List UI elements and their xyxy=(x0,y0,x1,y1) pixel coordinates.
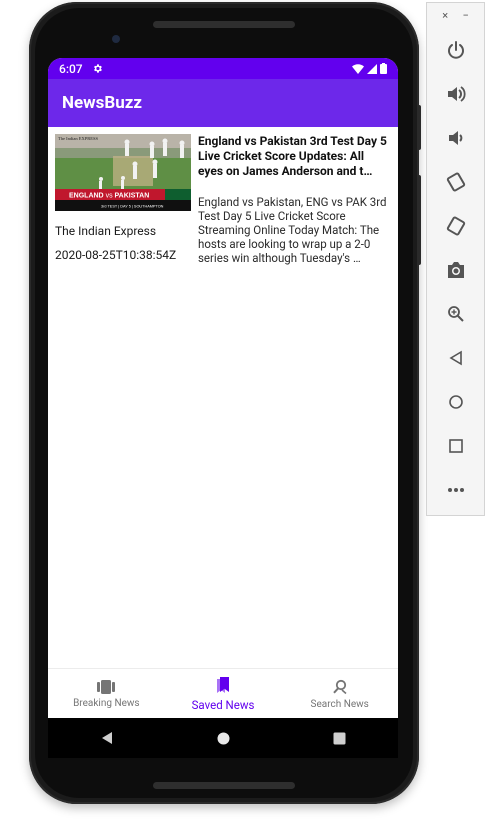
bottom-speaker xyxy=(153,782,295,789)
back-nav-icon[interactable] xyxy=(100,731,114,745)
thumbnail-masthead: The Indian EXPRESS xyxy=(58,136,98,141)
more-icon[interactable] xyxy=(443,477,469,503)
home-icon[interactable] xyxy=(443,389,469,415)
article-description: England vs Pakistan, ENG vs PAK 3rd Test… xyxy=(198,195,387,265)
zoom-icon[interactable] xyxy=(443,301,469,327)
thumbnail-banner-text: ENGLAND vs PAKISTAN xyxy=(69,193,149,200)
status-bar: 6:07 xyxy=(48,58,398,79)
breaking-news-icon xyxy=(97,679,116,694)
device-volume-button xyxy=(417,175,421,265)
camera-icon[interactable] xyxy=(443,257,469,283)
back-icon[interactable] xyxy=(443,345,469,371)
overview-icon[interactable] xyxy=(443,433,469,459)
recents-nav-icon[interactable] xyxy=(333,732,346,745)
rotate-left-icon[interactable] xyxy=(443,169,469,195)
close-icon[interactable]: × xyxy=(442,9,448,22)
home-nav-icon[interactable] xyxy=(217,732,230,745)
article-title: England vs Pakistan 3rd Test Day 5 Live … xyxy=(198,134,387,178)
bookmark-icon xyxy=(217,677,229,693)
power-icon[interactable] xyxy=(443,37,469,63)
status-time: 6:07 xyxy=(59,61,83,76)
app-bar: NewsBuzz xyxy=(48,79,398,127)
settings-gear-icon xyxy=(93,64,102,73)
volume-down-icon[interactable] xyxy=(443,125,469,151)
nav-search-news-label: Search News xyxy=(310,698,369,710)
article-date: 2020-08-25T10:38:54Z xyxy=(55,248,177,262)
article-thumbnail: ENGLAND vs PAKISTAN 3rd TEST | DAY 5 | S… xyxy=(55,134,191,211)
nav-breaking-news-label: Breaking News xyxy=(73,697,140,709)
nav-breaking-news[interactable]: Breaking News xyxy=(48,669,165,719)
bottom-navigation: Breaking News Saved News Search News xyxy=(48,668,398,719)
system-navigation-bar xyxy=(48,718,398,758)
device-screen: 6:07 NewsBuzz ENGLAND vs PAKISTAN 3rd TE… xyxy=(48,58,398,758)
emulator-toolbar: × − xyxy=(426,2,485,516)
article-source: The Indian Express xyxy=(55,224,157,238)
signal-icon xyxy=(367,63,377,74)
volume-up-icon[interactable] xyxy=(443,81,469,107)
rotate-right-icon[interactable] xyxy=(443,213,469,239)
app-title: NewsBuzz xyxy=(62,93,143,113)
nav-search-news[interactable]: Search News xyxy=(281,669,398,719)
nav-saved-news[interactable]: Saved News xyxy=(165,669,282,719)
cricket-photo-image: ENGLAND vs PAKISTAN 3rd TEST | DAY 5 | S… xyxy=(55,134,191,211)
battery-icon xyxy=(380,63,387,74)
nav-saved-news-label: Saved News xyxy=(191,698,255,712)
device-side-button xyxy=(417,105,421,150)
thumbnail-subline: 3rd TEST | DAY 5 | SOUTHAMPTON xyxy=(101,205,164,209)
minimize-icon[interactable]: − xyxy=(462,9,468,22)
front-camera xyxy=(112,35,120,43)
article-item[interactable]: ENGLAND vs PAKISTAN 3rd TEST | DAY 5 | S… xyxy=(48,127,398,277)
top-speaker xyxy=(153,21,295,28)
wifi-icon xyxy=(352,63,364,74)
search-icon xyxy=(332,679,347,694)
